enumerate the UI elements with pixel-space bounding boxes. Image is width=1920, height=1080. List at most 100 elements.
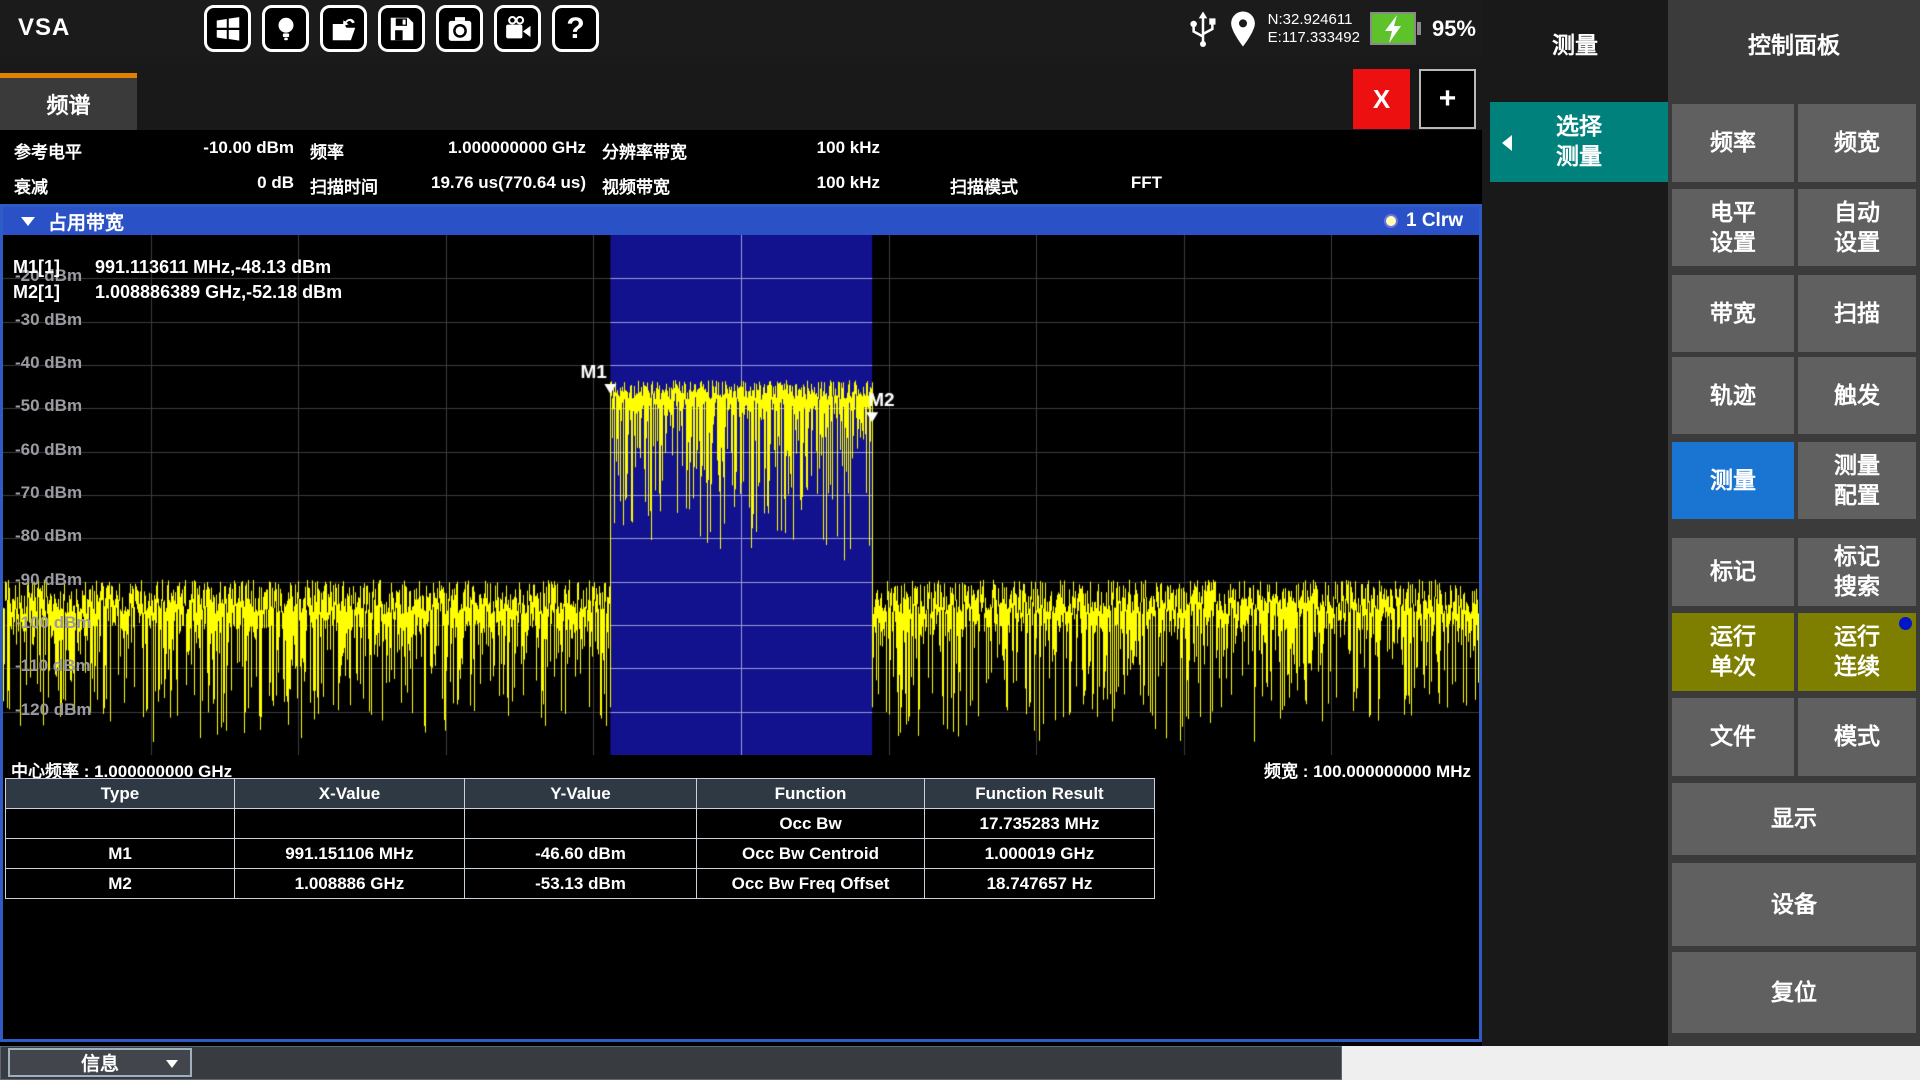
measure-menu-title: 测量 (1482, 26, 1668, 60)
battery-percent: 95% (1432, 16, 1476, 42)
tab-spectrum[interactable]: 频谱 (0, 73, 137, 130)
freq-value[interactable]: 1.000000000 GHz (396, 138, 586, 158)
y-tick-label: -40 dBm (15, 353, 82, 373)
gps-lat: N:32.924611 (1268, 11, 1360, 28)
table-cell: 17.735283 MHz (925, 809, 1155, 839)
table-cell: -53.13 dBm (465, 869, 697, 899)
y-tick-label: -110 dBm (15, 656, 91, 676)
control-panel-column: 控制面板 频率 频宽 电平 设置 自动 设置 带宽 扫描 轨迹 触发 测量 测量… (1668, 0, 1920, 1046)
y-tick-label: -30 dBm (15, 310, 82, 330)
sweep-mode-label[interactable]: 扫描模式 (950, 173, 1018, 198)
col-header-yvalue: Y-Value (465, 779, 697, 809)
atten-value[interactable]: 0 dB (144, 173, 294, 193)
add-tab-button[interactable]: + (1419, 69, 1476, 129)
y-tick-label: -90 dBm (15, 570, 82, 590)
marker1-readout-label: M1[1] (13, 257, 95, 278)
table-cell: Occ Bw (697, 809, 925, 839)
table-cell: M1 (6, 839, 235, 869)
control-panel-title: 控制面板 (1668, 26, 1920, 60)
mode-button[interactable]: 模式 (1798, 698, 1916, 776)
usb-icon (1188, 10, 1218, 48)
col-header-type: Type (6, 779, 235, 809)
y-tick-label: -80 dBm (15, 526, 82, 546)
run-single-button[interactable]: 运行 单次 (1672, 613, 1794, 691)
open-file-icon[interactable] (320, 5, 367, 52)
gps-readout: N:32.924611 E:117.333492 (1268, 11, 1360, 46)
close-tab-button[interactable]: X (1353, 69, 1410, 129)
backlight-icon[interactable] (262, 5, 309, 52)
spectrum-canvas[interactable] (3, 235, 1479, 755)
table-row: M1 991.151106 MHz -46.60 dBm Occ Bw Cent… (6, 839, 1155, 869)
marker-readout: M1[1] 991.113611 MHz,-48.13 dBm M2[1] 1.… (13, 255, 342, 305)
file-button[interactable]: 文件 (1672, 698, 1794, 776)
help-icon[interactable]: ? (552, 5, 599, 52)
save-icon[interactable] (378, 5, 425, 52)
span-readout: 频宽 : 100.000000000 MHz (1264, 757, 1471, 782)
windows-icon[interactable] (204, 5, 251, 52)
span-button[interactable]: 频宽 (1798, 104, 1916, 182)
table-cell: Occ Bw Freq Offset (697, 869, 925, 899)
marker-table: Type X-Value Y-Value Function Function R… (5, 778, 1155, 899)
table-header-row: Type X-Value Y-Value Function Function R… (6, 779, 1155, 809)
display-button[interactable]: 显示 (1672, 783, 1916, 855)
info-label: 信息 (81, 1049, 119, 1076)
panel-header[interactable]: 占用带宽 1 Clrw (3, 207, 1479, 235)
tab-bar: 频谱 X + (0, 57, 1482, 130)
marker2-readout-label: M2[1] (13, 282, 95, 303)
select-measurement-button[interactable]: 选择 测量 (1490, 102, 1668, 182)
atten-label[interactable]: 衰减 (14, 173, 48, 198)
collapse-icon[interactable] (21, 217, 35, 226)
table-row: Occ Bw 17.735283 MHz (6, 809, 1155, 839)
ref-level-value[interactable]: -10.00 dBm (144, 138, 294, 158)
table-row: M2 1.008886 GHz -53.13 dBm Occ Bw Freq O… (6, 869, 1155, 899)
trace-legend: 1 Clrw (1384, 210, 1463, 232)
screenshot-icon[interactable] (436, 5, 483, 52)
table-cell: Occ Bw Centroid (697, 839, 925, 869)
sweep-time-label[interactable]: 扫描时间 (310, 173, 378, 198)
active-indicator-dot (1899, 617, 1912, 630)
run-continuous-button[interactable]: 运行 连续 (1798, 613, 1916, 691)
sweep-time-value[interactable]: 19.76 us(770.64 us) (396, 173, 586, 193)
freq-button[interactable]: 频率 (1672, 104, 1794, 182)
info-dropdown[interactable]: 信息 (8, 1048, 192, 1077)
dropdown-caret-icon (166, 1060, 178, 1068)
y-tick-label: -50 dBm (15, 396, 82, 416)
sweep-mode-value[interactable]: FFT (1062, 173, 1162, 193)
freq-label[interactable]: 频率 (310, 138, 344, 163)
record-icon[interactable] (494, 5, 541, 52)
marker-button[interactable]: 标记 (1672, 538, 1794, 606)
run-continuous-label: 运行 连续 (1834, 622, 1880, 682)
ref-level-label[interactable]: 参考电平 (14, 138, 82, 163)
settings-bar: 参考电平 -10.00 dBm 频率 1.000000000 GHz 分辨率带宽… (0, 130, 1482, 204)
rbw-label[interactable]: 分辨率带宽 (602, 138, 687, 163)
measurement-panel: 占用带宽 1 Clrw -20 dBm-30 dBm-40 dBm-50 dBm… (0, 204, 1482, 1042)
measure-button[interactable]: 测量 (1672, 442, 1794, 519)
table-cell: 18.747657 Hz (925, 869, 1155, 899)
col-header-function-result: Function Result (925, 779, 1155, 809)
vsa-app: VSA ? (0, 0, 1920, 1080)
sweep-button[interactable]: 扫描 (1798, 275, 1916, 352)
bottom-bar: 信息 (0, 1046, 1920, 1080)
level-settings-button[interactable]: 电平 设置 (1672, 189, 1794, 266)
reset-button[interactable]: 复位 (1672, 952, 1916, 1033)
spectrum-chart: -20 dBm-30 dBm-40 dBm-50 dBm-60 dBm-70 d… (3, 235, 1479, 755)
vbw-label[interactable]: 视频带宽 (602, 173, 670, 198)
marker-search-button[interactable]: 标记 搜索 (1798, 538, 1916, 606)
vbw-value[interactable]: 100 kHz (740, 173, 880, 193)
rbw-value[interactable]: 100 kHz (740, 138, 880, 158)
trace-dot-icon (1384, 214, 1398, 228)
table-cell (235, 809, 465, 839)
table-cell: 1.000019 GHz (925, 839, 1155, 869)
select-measurement-label: 选择 测量 (1556, 112, 1602, 172)
back-arrow-icon (1502, 135, 1512, 151)
message-strip (0, 1046, 1342, 1080)
col-header-function: Function (697, 779, 925, 809)
col-header-xvalue: X-Value (235, 779, 465, 809)
device-button[interactable]: 设备 (1672, 863, 1916, 946)
toolbar: ? (204, 5, 599, 52)
auto-settings-button[interactable]: 自动 设置 (1798, 189, 1916, 266)
bandwidth-button[interactable]: 带宽 (1672, 275, 1794, 352)
trigger-button[interactable]: 触发 (1798, 357, 1916, 434)
trace-button[interactable]: 轨迹 (1672, 357, 1794, 434)
measure-config-button[interactable]: 测量 配置 (1798, 442, 1916, 519)
